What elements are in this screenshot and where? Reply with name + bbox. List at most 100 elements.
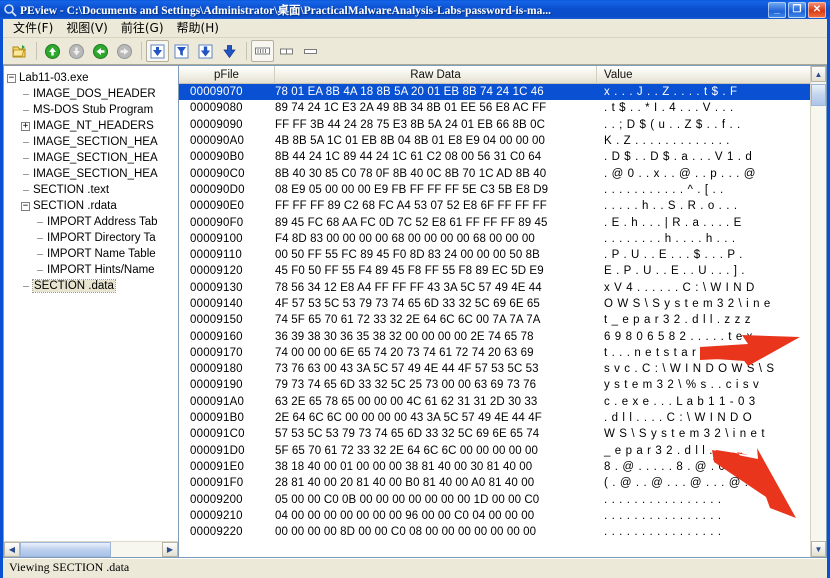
tree-node[interactable]: IMAGE_SECTION_HEA [7,166,178,182]
hex-row[interactable]: 000090A0 4B 8B 5A 1C 01 EB 8B 04 8B 01 E8… [179,133,826,149]
view-hex-button[interactable] [146,40,169,62]
structure-tree-pane[interactable]: − Lab11-03.exe IMAGE_DOS_HEADER MS-DOS Stub… [3,65,179,558]
tree-node[interactable]: − SECTION .rdata [7,198,178,214]
minimize-button[interactable]: _ [768,1,786,18]
maximize-button[interactable]: ❐ [788,1,806,18]
hex-row-value: . d l l . . . . C : \ W I N D O [604,412,753,425]
hex-row-offset: 00009070 [190,86,243,99]
hex-row[interactable]: 000091D0 5F 65 70 61 72 33 32 2E 64 6C 6C… [179,443,826,459]
resize-grip-icon[interactable] [809,561,823,575]
nav-back-button[interactable] [89,40,112,62]
down-arrow-box-icon [150,44,165,58]
tree-node[interactable]: IMAGE_SECTION_HEA [7,134,178,150]
menu-goto[interactable]: 前往(G) [115,18,171,38]
tree-node-label: IMAGE_DOS_HEADER [33,88,156,100]
tree-hscroll-thumb[interactable] [20,542,111,557]
hex-row-value: _ e p a r 3 2 . d l l . . . . . [604,444,744,457]
tree-node[interactable]: IMPORT Hints/Name [7,262,178,278]
tree-node[interactable]: IMAGE_DOS_HEADER [7,86,178,102]
hex-row[interactable]: 00009190 79 73 74 65 6D 33 32 5C 25 73 00… [179,377,826,393]
hex-row[interactable]: 000091B0 2E 64 6C 6C 00 00 00 00 43 3A 5C… [179,410,826,426]
tree-branch-icon [35,254,44,255]
column-header-value[interactable]: Value [597,66,826,84]
hex-row[interactable]: 00009100 F4 8D 83 00 00 00 00 68 00 00 00… [179,231,826,247]
hex-row[interactable]: 00009170 74 00 00 00 6E 65 74 20 73 74 61… [179,345,826,361]
hex-row[interactable]: 00009110 00 50 FF 55 FC 89 45 F0 8D 83 24… [179,247,826,263]
hex-row-raw-data: 8B 40 30 85 C0 78 0F 8B 40 0C 8B 70 1C A… [275,167,547,180]
hex-row[interactable]: 00009140 4F 57 53 5C 53 79 73 74 65 6D 33… [179,296,826,312]
toolbar-separator-1 [36,42,37,60]
hex-row[interactable]: 000091F0 28 81 40 00 20 81 40 00 B0 81 40… [179,475,826,491]
maximize-icon: ❐ [792,3,802,15]
tree-node[interactable]: SECTION .data [7,278,178,294]
menu-help[interactable]: 帮助(H) [171,18,226,38]
hex-row[interactable]: 000091C0 57 53 5C 53 79 73 74 65 6D 33 32… [179,426,826,442]
structure-tree-list[interactable]: − Lab11-03.exe IMAGE_DOS_HEADER MS-DOS Stub… [4,66,178,541]
nav-forward-button[interactable] [113,40,136,62]
hex-vertical-scrollbar[interactable]: ▲ ▼ [810,66,826,557]
hex-row-value: y s t e m 3 2 \ % s . . c i s v [604,379,760,392]
collapse-icon[interactable]: − [7,73,16,83]
hex-row-offset: 00009190 [190,379,243,392]
tree-branch-icon [21,142,30,143]
hex-row[interactable]: 000090E0 FF FF FF 89 C2 68 FC A4 53 07 52… [179,198,826,214]
collapse-icon[interactable]: − [21,201,30,211]
tree-branch-icon [21,286,30,287]
hex-row[interactable]: 00009150 74 5F 65 70 61 72 33 32 2E 64 6C… [179,312,826,328]
open-file-button[interactable] [8,40,31,62]
hex-row[interactable]: 000090C0 8B 40 30 85 C0 78 0F 8B 40 0C 8B… [179,165,826,181]
view-dump-button[interactable] [218,40,241,62]
tree-node[interactable]: − Lab11-03.exe [7,70,178,86]
hex-row[interactable]: 00009210 04 00 00 00 00 00 00 00 96 00 00… [179,508,826,524]
column-header-raw-data[interactable]: Raw Data [275,66,597,84]
hex-row[interactable]: 00009120 45 F0 50 FF 55 F4 89 45 F8 FF 55… [179,263,826,279]
hex-row[interactable]: 000091E0 38 18 40 00 01 00 00 00 38 81 40… [179,459,826,475]
tree-node[interactable]: IMPORT Directory Ta [7,230,178,246]
tree-horizontal-scrollbar[interactable]: ◀ ▶ [4,541,178,557]
hex-row[interactable]: 00009220 00 00 00 00 8D 00 00 C0 08 00 00… [179,524,826,540]
hex-row[interactable]: 00009180 73 76 63 00 43 3A 5C 57 49 4E 44… [179,361,826,377]
tree-node[interactable]: IMPORT Name Table [7,246,178,262]
hex-row[interactable]: 000090F0 89 45 FC 68 AA FC 0D 7C 52 E8 61… [179,214,826,230]
hex-row[interactable]: 00009090 FF FF 3B 44 24 28 75 E3 8B 5A 24… [179,117,826,133]
scroll-left-button[interactable]: ◀ [4,542,20,557]
tree-node[interactable]: + IMAGE_NT_HEADERS [7,118,178,134]
scroll-down-button[interactable]: ▼ [811,541,826,557]
close-button[interactable]: ✕ [808,1,826,18]
show-two-columns-button[interactable] [275,40,298,62]
hex-row[interactable]: 000091A0 63 2E 65 78 65 00 00 00 4C 61 62… [179,394,826,410]
arrow-down-circle-icon [69,43,84,59]
nav-down-button[interactable] [65,40,88,62]
nav-up-button[interactable] [41,40,64,62]
menu-file[interactable]: 文件(F) [7,18,60,38]
tree-node[interactable]: SECTION .text [7,182,178,198]
hex-row-offset: 00009100 [190,232,243,245]
hex-row[interactable]: 00009200 05 00 00 C0 0B 00 00 00 00 00 00… [179,491,826,507]
show-one-column-button[interactable] [299,40,322,62]
hex-row-offset: 00009160 [190,330,243,343]
hex-rows-container[interactable]: 00009070 78 01 EA 8B 4A 18 8B 5A 20 01 EB… [179,84,826,557]
expand-icon[interactable]: + [21,121,30,131]
menu-view[interactable]: 视图(V) [60,18,115,38]
view-struct-button[interactable] [194,40,217,62]
hex-row[interactable]: 00009130 78 56 34 12 E8 A4 FF FF FF 43 3A… [179,280,826,296]
show-full-columns-button[interactable] [251,40,274,62]
title-bar[interactable]: PEview - C:\Documents and Settings\Admin… [0,0,830,19]
scroll-up-button[interactable]: ▲ [811,66,826,82]
peview-window: PEview - C:\Documents and Settings\Admin… [0,0,830,578]
client-area: 文件(F) 视图(V) 前往(G) 帮助(H) − Lab11-03.exe I… [2,19,828,578]
hex-row[interactable]: 000090D0 08 E9 05 00 00 00 E9 FB FF FF FF… [179,182,826,198]
hex-row[interactable]: 00009160 36 39 38 30 36 35 38 32 00 00 00… [179,328,826,344]
hex-row[interactable]: 000090B0 8B 44 24 1C 89 44 24 1C 61 C2 08… [179,149,826,165]
tree-node[interactable]: IMAGE_SECTION_HEA [7,150,178,166]
hex-row[interactable]: 00009070 78 01 EA 8B 4A 18 8B 5A 20 01 EB… [179,84,826,101]
view-filter-button[interactable] [170,40,193,62]
tree-node[interactable]: MS-DOS Stub Program [7,102,178,118]
column-header-pfile[interactable]: pFile [179,66,275,84]
hex-vscroll-thumb[interactable] [811,84,826,106]
scroll-right-button[interactable]: ▶ [162,542,178,557]
hex-view-pane[interactable]: pFile Raw Data Value 00009070 78 01 EA 8B… [179,65,827,558]
tree-node[interactable]: IMPORT Address Tab [7,214,178,230]
tree-hscroll-track[interactable] [20,542,162,557]
hex-row[interactable]: 00009080 89 74 24 1C E3 2A 49 8B 34 8B 01… [179,100,826,116]
